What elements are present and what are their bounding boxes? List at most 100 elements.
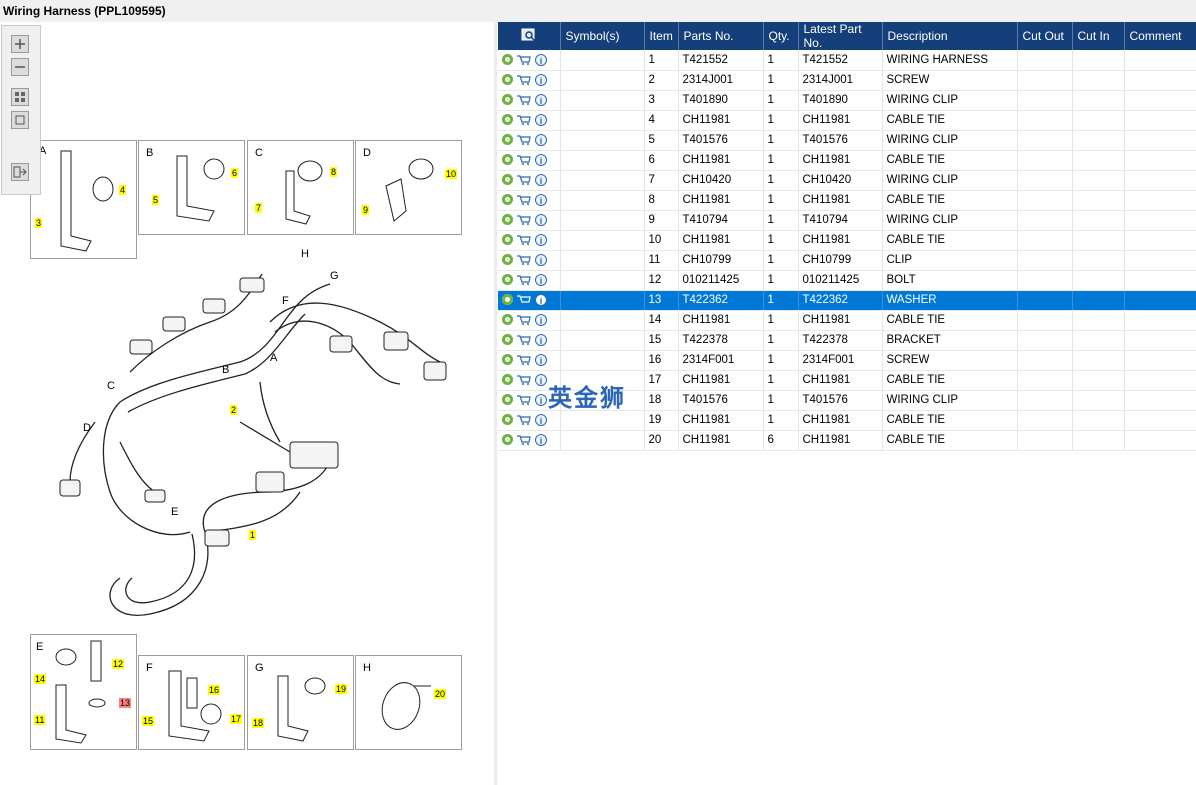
callout-20[interactable]: 20 xyxy=(434,689,447,699)
zoom-in-icon[interactable] xyxy=(11,35,29,53)
fit-grid-icon[interactable] xyxy=(11,88,29,106)
table-row[interactable]: i 14 CH11981 1 CH11981 CABLE TIE xyxy=(498,310,1196,331)
table-row[interactable]: i 15 T422378 1 T422378 BRACKET xyxy=(498,330,1196,351)
callout-10[interactable]: 10 xyxy=(445,169,458,179)
table-row[interactable]: i 3 T401890 1 T401890 WIRING CLIP xyxy=(498,90,1196,111)
callout-9[interactable]: 9 xyxy=(362,205,370,215)
gear-icon[interactable] xyxy=(502,54,513,66)
callout-1[interactable]: 1 xyxy=(249,530,257,540)
gear-icon[interactable] xyxy=(502,194,513,206)
export-icon[interactable] xyxy=(11,163,29,181)
info-icon[interactable]: i xyxy=(535,233,547,246)
gear-icon[interactable] xyxy=(502,374,513,386)
cart-icon[interactable] xyxy=(517,395,531,405)
column-header-item[interactable]: Item xyxy=(644,22,679,50)
cart-icon[interactable] xyxy=(517,175,531,185)
info-icon[interactable]: i xyxy=(535,333,547,346)
table-row[interactable]: i 4 CH11981 1 CH11981 CABLE TIE xyxy=(498,110,1196,131)
gear-icon[interactable] xyxy=(502,274,513,286)
cart-icon[interactable] xyxy=(517,375,531,385)
table-row[interactable]: i 13 T422362 1 T422362 WASHER xyxy=(498,290,1196,311)
column-header-parts-no[interactable]: Parts No. xyxy=(678,22,764,50)
cart-icon[interactable] xyxy=(517,215,531,225)
table-row[interactable]: i 8 CH11981 1 CH11981 CABLE TIE xyxy=(498,190,1196,211)
gear-icon[interactable] xyxy=(502,294,513,306)
gear-icon[interactable] xyxy=(502,134,513,146)
info-icon[interactable]: i xyxy=(535,293,547,306)
gear-icon[interactable] xyxy=(502,174,513,186)
column-header-description[interactable]: Description xyxy=(882,22,1018,50)
cart-icon[interactable] xyxy=(517,315,531,325)
cart-icon[interactable] xyxy=(517,135,531,145)
column-header-symbols[interactable]: Symbol(s) xyxy=(560,22,645,50)
fit-page-icon[interactable] xyxy=(11,111,29,129)
gear-icon[interactable] xyxy=(502,214,513,226)
info-icon[interactable]: i xyxy=(535,413,547,426)
table-row[interactable]: i 10 CH11981 1 CH11981 CABLE TIE xyxy=(498,230,1196,251)
callout-7[interactable]: 7 xyxy=(255,203,263,213)
table-row[interactable]: i 19 CH11981 1 CH11981 CABLE TIE xyxy=(498,410,1196,431)
info-icon[interactable]: i xyxy=(535,213,547,226)
cart-icon[interactable] xyxy=(517,95,531,105)
gear-icon[interactable] xyxy=(502,314,513,326)
callout-6[interactable]: 6 xyxy=(231,168,239,178)
table-row[interactable]: i 11 CH10799 1 CH10799 CLIP xyxy=(498,250,1196,271)
info-icon[interactable]: i xyxy=(535,393,547,406)
table-row[interactable]: i 2 2314J001 1 2314J001 SCREW xyxy=(498,70,1196,91)
pane-splitter[interactable] xyxy=(494,22,497,785)
info-icon[interactable]: i xyxy=(535,373,547,386)
gear-icon[interactable] xyxy=(502,94,513,106)
info-icon[interactable]: i xyxy=(535,93,547,106)
table-row[interactable]: i 1 T421552 1 T421552 WIRING HARNESS xyxy=(498,50,1196,71)
table-row[interactable]: i 7 CH10420 1 CH10420 WIRING CLIP xyxy=(498,170,1196,191)
cart-icon[interactable] xyxy=(517,355,531,365)
table-row[interactable]: i 16 2314F001 1 2314F001 SCREW xyxy=(498,350,1196,371)
info-icon[interactable]: i xyxy=(535,73,547,86)
column-header-comment[interactable]: Comment xyxy=(1124,22,1196,50)
cart-icon[interactable] xyxy=(517,195,531,205)
diagram-pane[interactable]: H G F A B C D E 2 1 A 3 4 B 5 6 C 7 8 D … xyxy=(0,22,494,785)
cart-icon[interactable] xyxy=(517,235,531,245)
callout-16[interactable]: 16 xyxy=(208,685,221,695)
callout-12[interactable]: 12 xyxy=(112,659,125,669)
callout-17[interactable]: 17 xyxy=(230,714,243,724)
info-icon[interactable]: i xyxy=(535,313,547,326)
callout-11[interactable]: 11 xyxy=(34,715,46,725)
cart-icon[interactable] xyxy=(517,75,531,85)
table-row[interactable]: i 12 010211425 1 010211425 BOLT xyxy=(498,270,1196,291)
gear-icon[interactable] xyxy=(502,394,513,406)
callout-4[interactable]: 4 xyxy=(119,185,127,195)
callout-19[interactable]: 19 xyxy=(335,684,348,694)
gear-icon[interactable] xyxy=(502,154,513,166)
info-icon[interactable]: i xyxy=(535,433,547,446)
column-header-latest-part-no[interactable]: Latest Part No. xyxy=(798,22,883,50)
info-icon[interactable]: i xyxy=(535,53,547,66)
cart-icon[interactable] xyxy=(517,55,531,65)
callout-15[interactable]: 15 xyxy=(142,716,155,726)
callout-2[interactable]: 2 xyxy=(230,405,238,415)
info-icon[interactable]: i xyxy=(535,133,547,146)
callout-8[interactable]: 8 xyxy=(330,167,338,177)
info-icon[interactable]: i xyxy=(535,353,547,366)
info-icon[interactable]: i xyxy=(535,153,547,166)
gear-icon[interactable] xyxy=(502,234,513,246)
cart-icon[interactable] xyxy=(517,255,531,265)
gear-icon[interactable] xyxy=(502,74,513,86)
cart-icon[interactable] xyxy=(517,155,531,165)
gear-icon[interactable] xyxy=(502,334,513,346)
column-header-qty[interactable]: Qty. xyxy=(763,22,799,50)
table-row[interactable]: i 5 T401576 1 T401576 WIRING CLIP xyxy=(498,130,1196,151)
info-icon[interactable]: i xyxy=(535,273,547,286)
zoom-out-icon[interactable] xyxy=(11,58,29,76)
search-icon[interactable] xyxy=(521,28,537,42)
gear-icon[interactable] xyxy=(502,254,513,266)
cart-icon[interactable] xyxy=(517,275,531,285)
cart-icon[interactable] xyxy=(517,335,531,345)
column-header-cut-in[interactable]: Cut In xyxy=(1072,22,1125,50)
callout-3[interactable]: 3 xyxy=(35,218,43,228)
gear-icon[interactable] xyxy=(502,414,513,426)
info-icon[interactable]: i xyxy=(535,173,547,186)
gear-icon[interactable] xyxy=(502,354,513,366)
table-row[interactable]: i 9 T410794 1 T410794 WIRING CLIP xyxy=(498,210,1196,231)
callout-5[interactable]: 5 xyxy=(152,195,160,205)
